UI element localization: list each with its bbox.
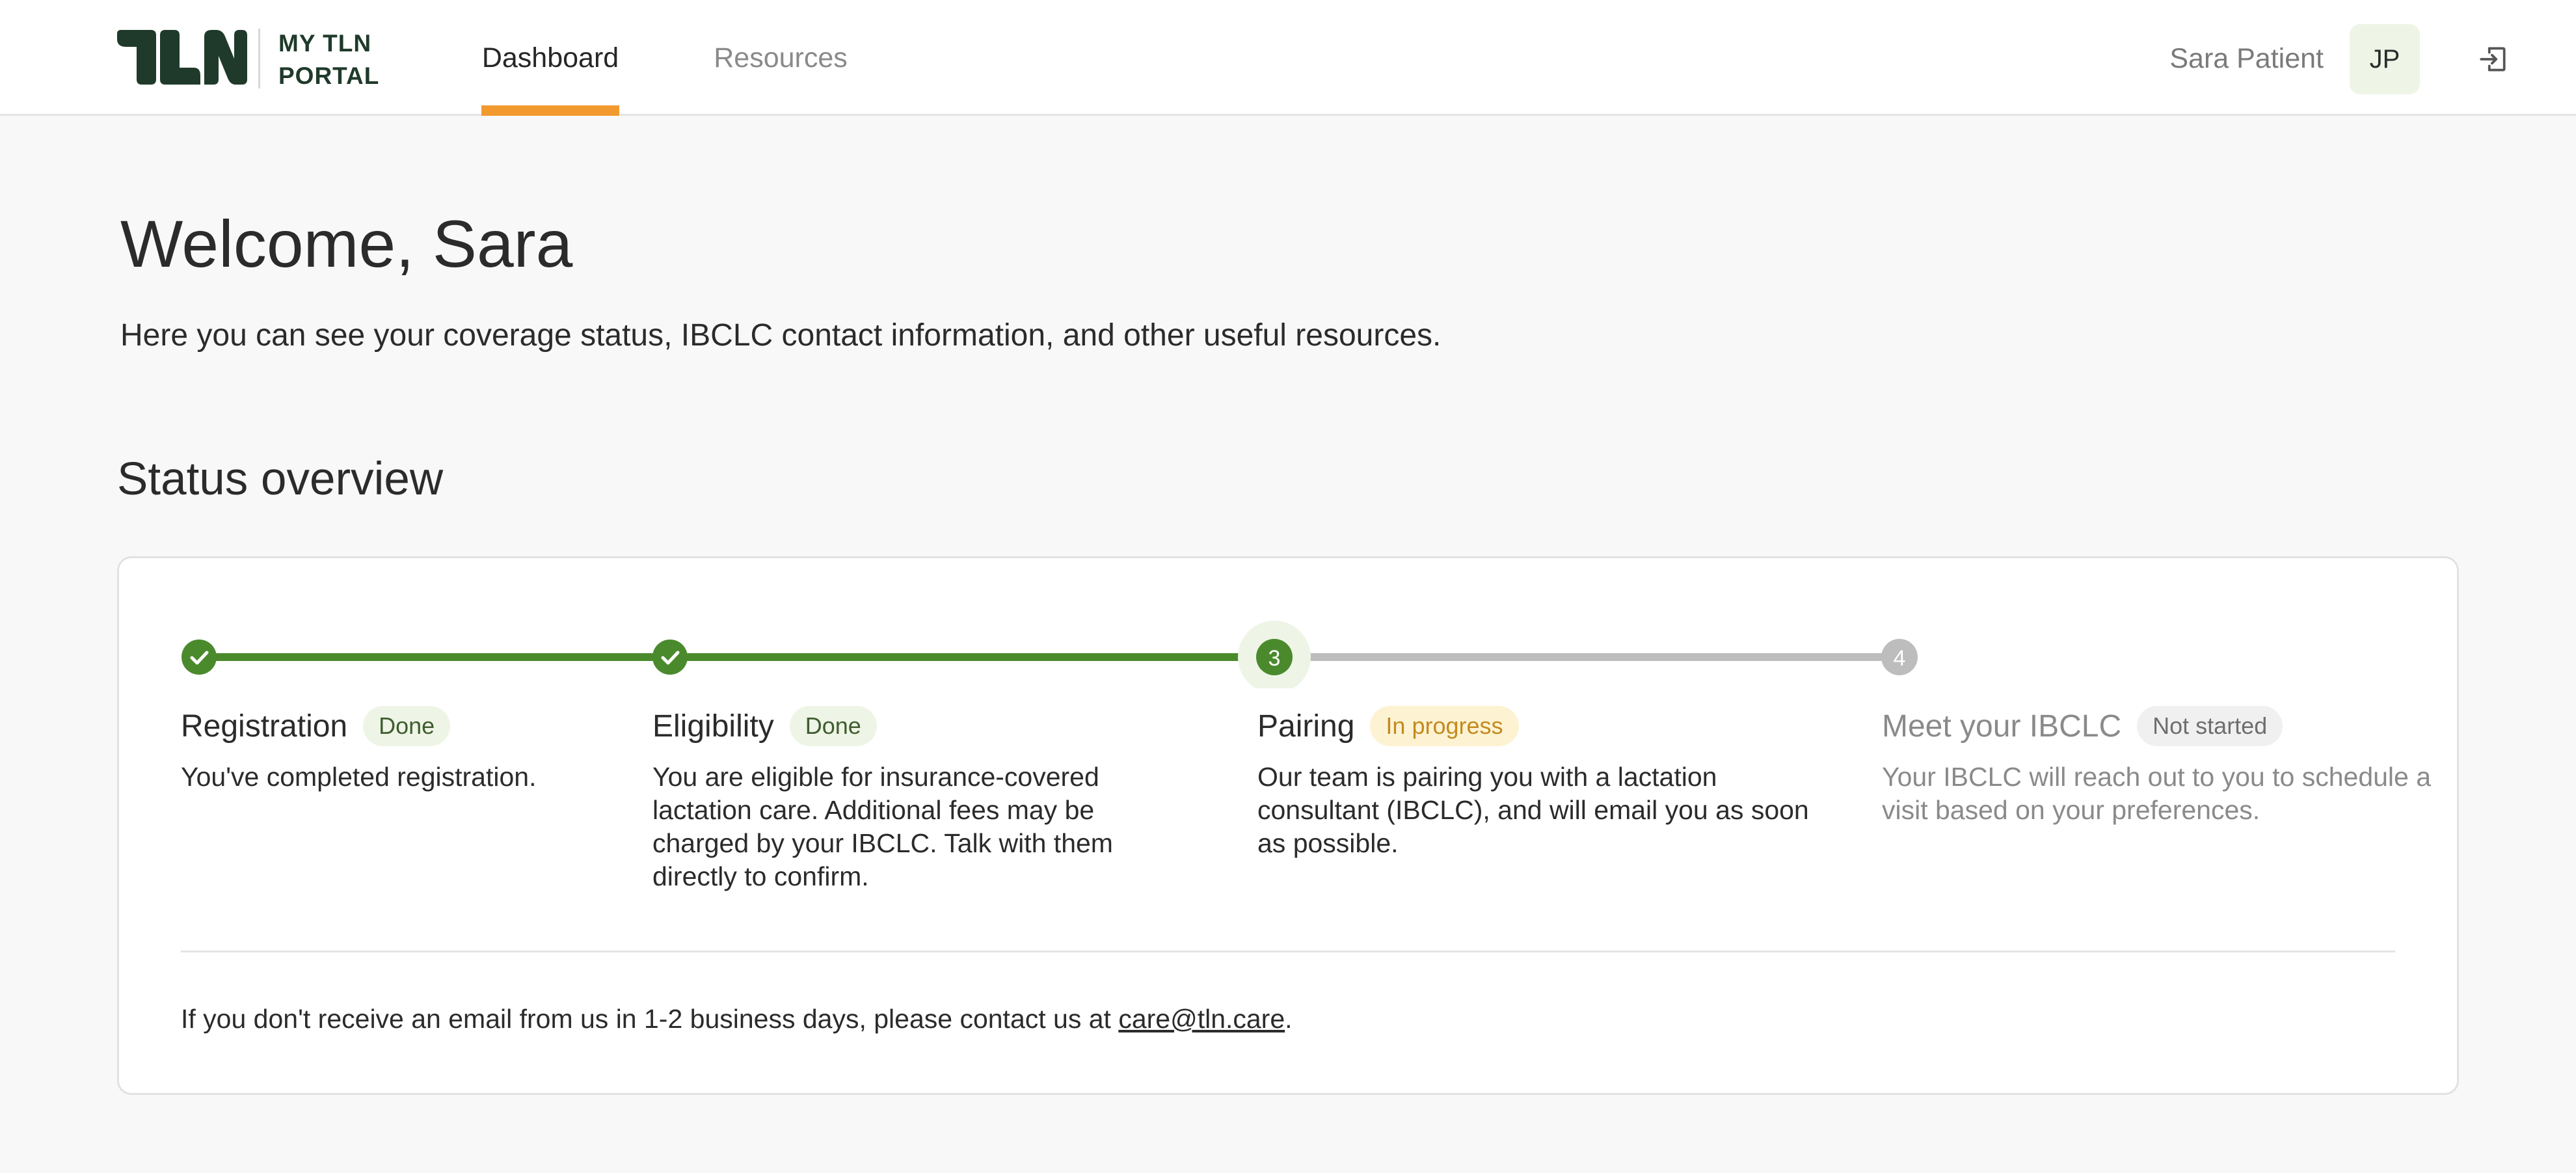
card-divider xyxy=(181,951,2395,952)
page-subtitle: Here you can see your coverage status, I… xyxy=(120,318,1442,353)
top-navbar: MY TLN PORTAL Dashboard Resources Sara P… xyxy=(0,0,2576,116)
portal-name-line2: PORTAL xyxy=(278,62,380,89)
step-title: Meet your IBCLC xyxy=(1882,708,2122,744)
status-overview-heading: Status overview xyxy=(117,453,444,505)
tab-dashboard[interactable]: Dashboard xyxy=(481,0,619,116)
tab-resources[interactable]: Resources xyxy=(714,0,848,116)
step-description: You are eligible for insurance-covered l… xyxy=(652,762,1113,891)
step-3-number: 3 xyxy=(1268,646,1281,671)
status-card: 3 4 Registration Done You've completed r… xyxy=(117,556,2459,1095)
avatar[interactable]: JP xyxy=(2350,24,2420,94)
logout-icon[interactable] xyxy=(2477,43,2510,75)
contact-note: If you don't receive an email from us in… xyxy=(181,1001,1293,1037)
contact-note-suffix: . xyxy=(1285,1004,1293,1034)
tln-logo[interactable] xyxy=(117,30,247,85)
logo-divider xyxy=(258,29,260,88)
step-4-marker: 4 xyxy=(1881,639,1918,675)
status-badge: In progress xyxy=(1370,706,1519,746)
page-title: Welcome, Sara xyxy=(120,207,573,281)
portal-name[interactable]: MY TLN PORTAL xyxy=(278,27,428,92)
step-registration: Registration Done You've completed regis… xyxy=(181,705,630,794)
status-badge: Done xyxy=(789,706,877,746)
step-1-marker xyxy=(181,640,217,675)
step-description: You've completed registration. xyxy=(181,762,537,792)
step-title: Registration xyxy=(181,708,348,744)
step-4-number: 4 xyxy=(1894,646,1906,671)
status-badge: Not started xyxy=(2137,706,2283,746)
active-tab-indicator xyxy=(481,105,619,116)
step-meet-ibclc: Meet your IBCLC Not started Your IBCLC w… xyxy=(1882,705,2448,827)
step-2-marker xyxy=(652,640,688,675)
step-description: Our team is pairing you with a lactation… xyxy=(1257,762,1809,858)
step-description: Your IBCLC will reach out to you to sche… xyxy=(1882,762,2432,825)
step-title: Pairing xyxy=(1257,708,1355,744)
status-badge: Done xyxy=(363,706,451,746)
progress-stepper: 3 4 xyxy=(181,621,1918,688)
step-title: Eligibility xyxy=(652,708,774,744)
step-3-marker: 3 xyxy=(1238,621,1311,688)
contact-email-link[interactable]: care@tln.care xyxy=(1118,1004,1285,1034)
step-pairing: Pairing In progress Our team is pairing … xyxy=(1257,705,1830,860)
portal-name-line1: MY TLN xyxy=(278,30,372,57)
step-eligibility: Eligibility Done You are eligible for in… xyxy=(652,705,1173,893)
user-name: Sara Patient xyxy=(2169,43,2324,74)
contact-note-text: If you don't receive an email from us in… xyxy=(181,1004,1119,1034)
